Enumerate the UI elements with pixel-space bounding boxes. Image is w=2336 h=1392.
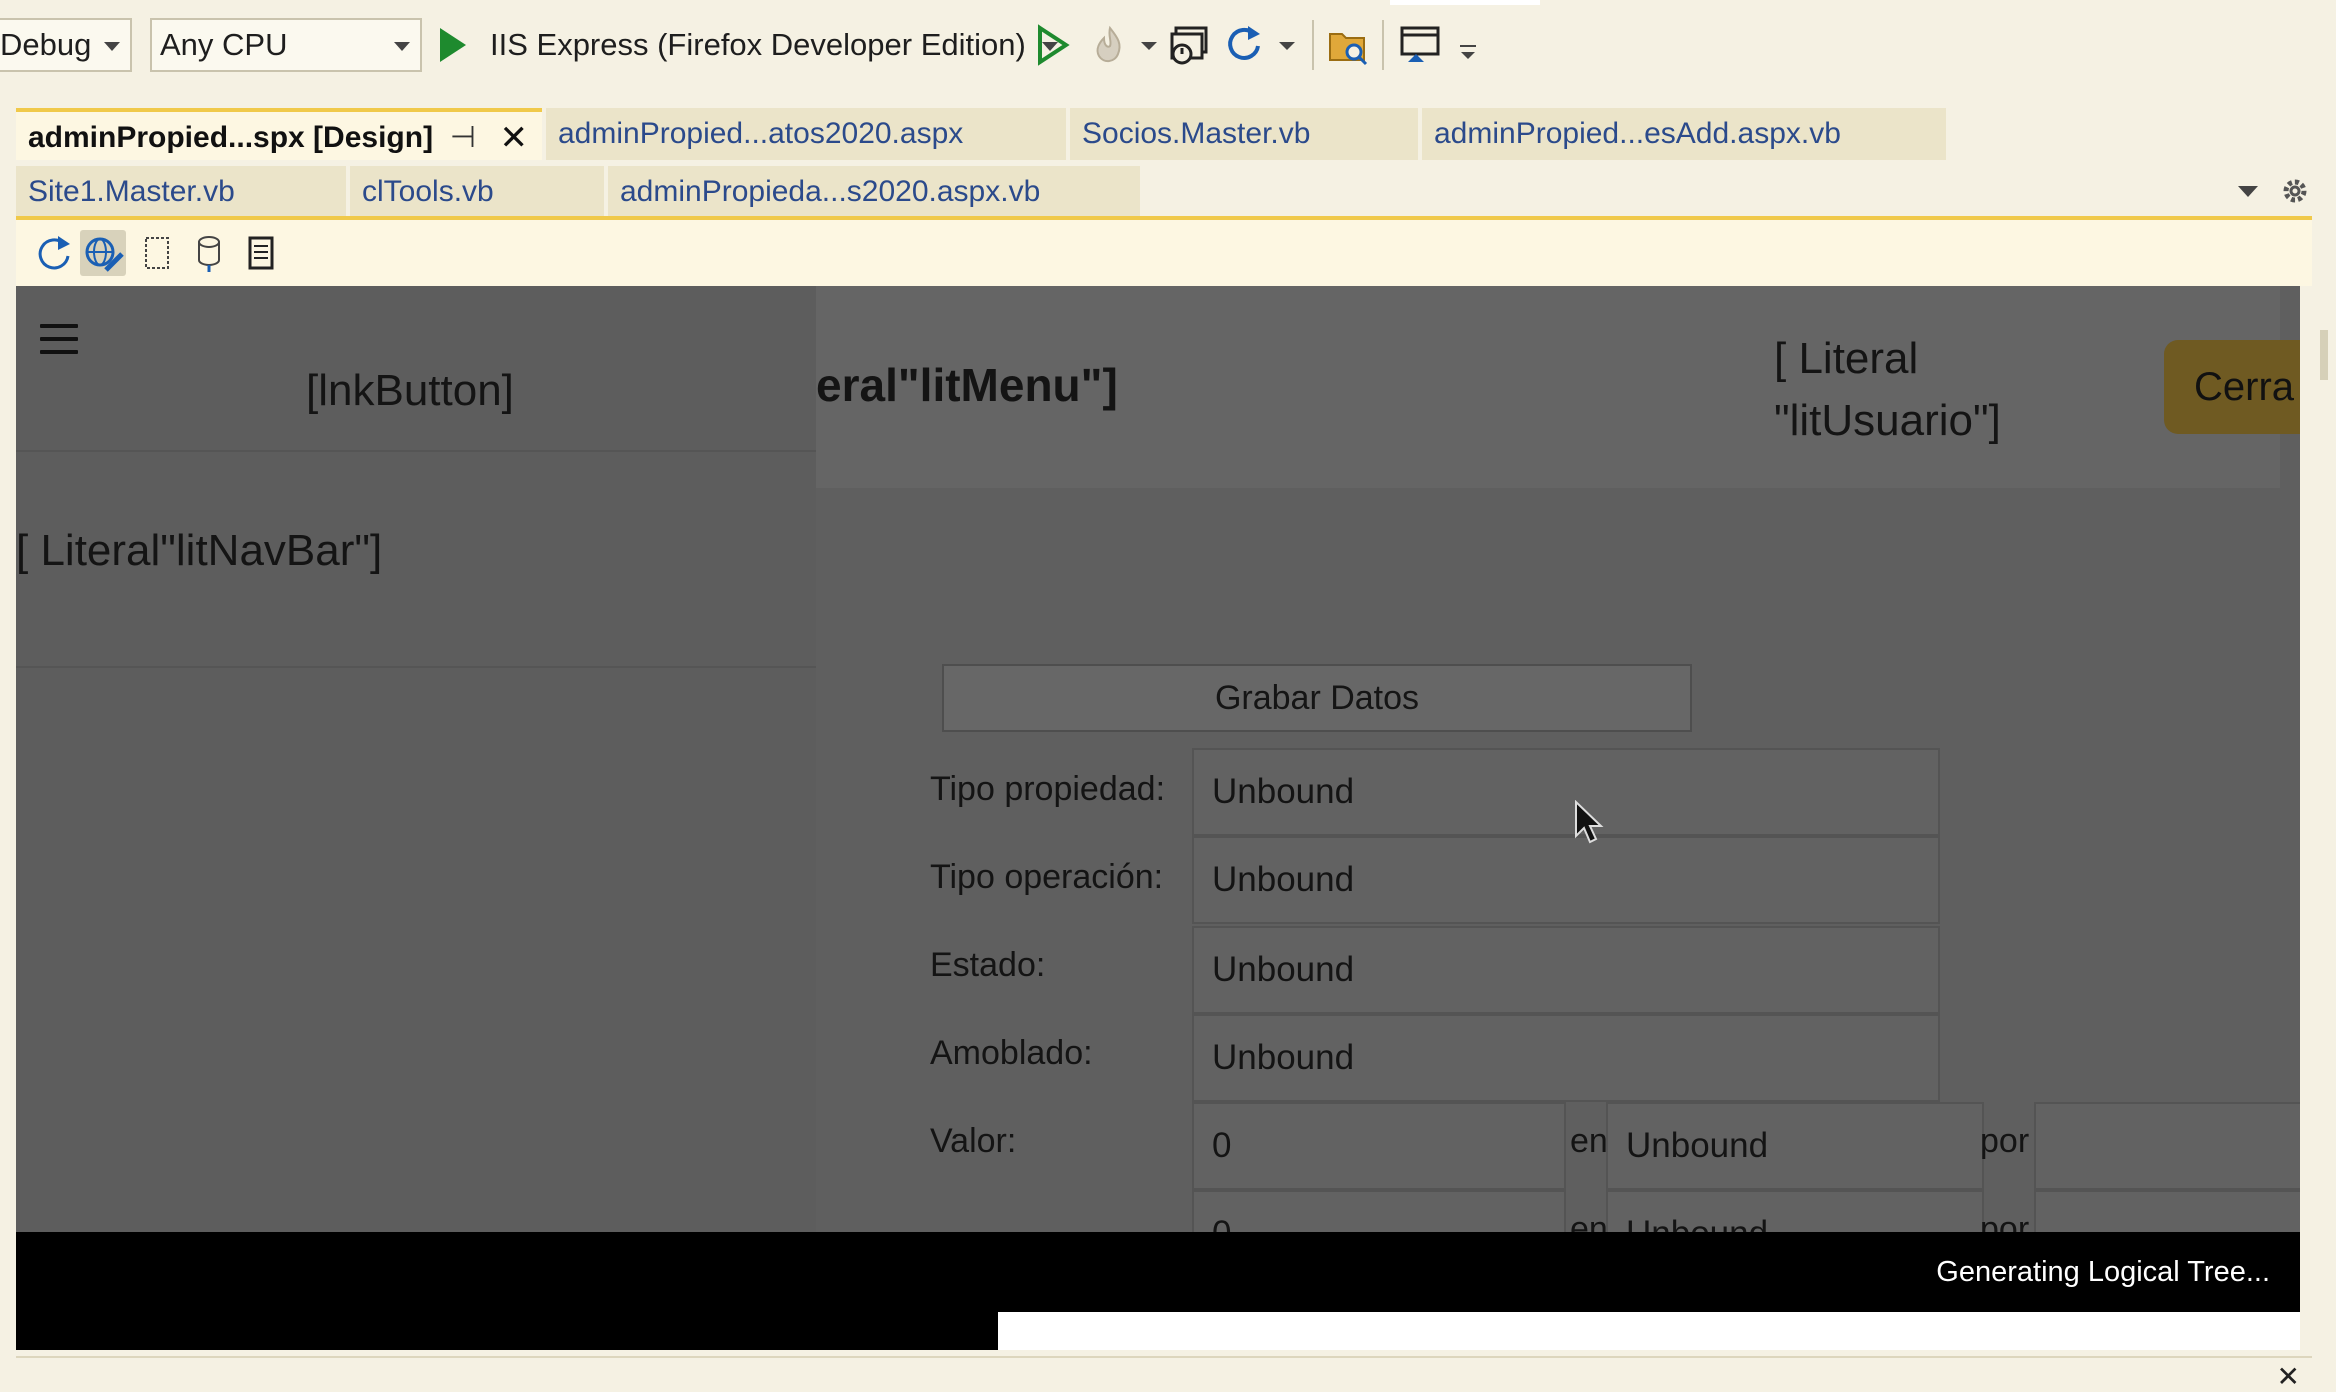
document-icon[interactable] [238,230,284,276]
start-without-debugging-icon[interactable] [1030,22,1074,68]
field-label-estado: Estado: [930,946,1046,984]
literal-usuario-line1: [ Literal [1774,334,1919,383]
save-data-button[interactable]: Grabar Datos [942,664,1692,732]
browser-link-icon[interactable] [1398,22,1442,68]
en-label: en [1570,1122,1608,1160]
field-label-valor: Valor: [930,1122,1017,1160]
toolbar-highlight [1390,0,1540,5]
refresh-design-icon[interactable] [30,230,76,276]
periodo-dropdown-2[interactable] [2034,1190,2300,1232]
tab-site1-master[interactable]: Site1.Master.vb [16,166,346,218]
tab-admin-datos2020[interactable]: adminPropied...atos2020.aspx [546,108,1066,160]
refresh-icon[interactable] [1222,22,1266,68]
hot-reload-icon[interactable] [1088,22,1132,68]
toolbar-separator [1382,20,1384,70]
por-label: por [1980,1122,2030,1160]
valor-input-2[interactable]: 0 [1192,1190,1566,1232]
web-design-icon[interactable] [80,230,126,276]
tab-overflow-icon[interactable] [2238,186,2258,197]
valor-input[interactable]: 0 [1192,1102,1566,1190]
literal-menu-placeholder[interactable]: eral"litMenu"] [816,358,1118,412]
tab-socios-master[interactable]: Socios.Master.vb [1070,108,1418,160]
tab-admin-design[interactable]: adminPropied...spx [Design] ⊣ ✕ [16,108,542,160]
tab-label: adminPropieda...s2020.aspx.vb [620,175,1041,208]
moneda-dropdown[interactable]: Unbound [1606,1102,1984,1190]
run-target-button[interactable]: IIS Express (Firefox Developer Edition) [440,18,1058,72]
gear-icon[interactable] [2278,174,2312,208]
periodo-dropdown[interactable] [2034,1102,2300,1190]
status-overlay: Generating Logical Tree... [16,1232,2300,1312]
link-button-placeholder[interactable]: [lnkButton] [306,366,514,416]
hot-reload-dropdown-icon[interactable] [1138,22,1160,68]
divider [16,450,816,452]
platform-value: Any CPU [160,27,288,62]
find-in-files-icon[interactable] [1326,22,1370,68]
navbar-pane [16,286,816,1232]
literal-navbar-placeholder[interactable]: [ Literal"litNavBar"] [16,526,382,576]
configuration-combo[interactable]: Debug [0,18,132,72]
database-icon[interactable] [186,230,232,276]
refresh-dropdown-icon[interactable] [1276,22,1298,68]
tab-label: Site1.Master.vb [28,175,235,208]
tipo-propiedad-dropdown[interactable]: Unbound [1192,748,1940,836]
moneda-dropdown-2[interactable]: Unbound [1606,1190,1984,1232]
bottom-tool-panel: ✕ [16,1356,2312,1392]
estado-dropdown[interactable]: Unbound [1192,926,1940,1014]
play-icon [440,27,466,62]
en-label-2: en [1570,1210,1608,1232]
designer-toolbar [16,220,2312,286]
outer-scrollbar[interactable] [2320,330,2328,380]
configuration-value: Debug [0,27,92,62]
literal-usuario-placeholder[interactable]: [ Literal "litUsuario"] [1774,328,2001,452]
tipo-operacion-dropdown[interactable]: Unbound [1192,836,1940,924]
mouse-cursor-icon [1575,800,1604,844]
divider [16,666,816,668]
toolbar-overflow-icon[interactable] [1456,22,1480,68]
hamburger-menu-icon[interactable] [40,324,78,358]
platform-combo[interactable]: Any CPU [150,18,422,72]
close-icon[interactable]: ✕ [500,112,529,160]
status-text: Generating Logical Tree... [1936,1256,2270,1288]
tab-cltools[interactable]: clTools.vb [350,166,604,218]
design-surface[interactable]: [lnkButton] eral"litMenu"] [ Literal "li… [16,286,2300,1232]
progress-bar [16,1312,2300,1350]
logout-button[interactable]: Cerra [2164,340,2300,434]
tab-label: adminPropied...esAdd.aspx.vb [1434,117,1841,150]
chevron-down-icon [394,42,410,51]
field-label-tipo-propiedad: Tipo propiedad: [930,770,1166,808]
pin-icon[interactable]: ⊣ [450,112,476,160]
tab-label: adminPropied...spx [Design] [28,121,434,154]
tab-label: clTools.vb [362,175,494,208]
chevron-down-icon [104,42,120,51]
panel-close-icon[interactable]: ✕ [2277,1360,2300,1392]
literal-usuario-line2: "litUsuario"] [1774,396,2001,445]
progress-fill [16,1312,998,1350]
tab-label: Socios.Master.vb [1082,117,1311,150]
field-label-amoblado: Amoblado: [930,1034,1093,1072]
toolbar-separator [1312,20,1314,70]
por-label-2: por [1980,1210,2030,1232]
page-outline-icon[interactable] [134,230,180,276]
amoblado-dropdown[interactable]: Unbound [1192,1014,1940,1102]
tab-label: adminPropied...atos2020.aspx [558,117,964,150]
field-label-tipo-operacion: Tipo operación: [930,858,1164,896]
diagnostics-icon[interactable] [1168,22,1212,68]
tab-admin-s2020-vb[interactable]: adminPropieda...s2020.aspx.vb [608,166,1140,218]
run-target-label: IIS Express (Firefox Developer Edition) [490,27,1026,62]
tab-admin-esadd[interactable]: adminPropied...esAdd.aspx.vb [1422,108,1946,160]
